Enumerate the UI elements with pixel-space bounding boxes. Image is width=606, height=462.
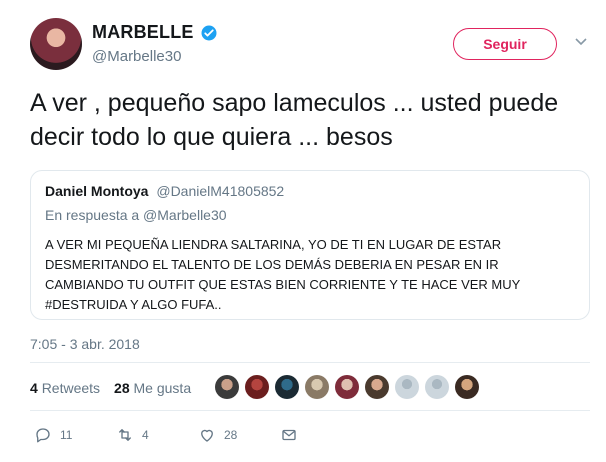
- liker-avatar[interactable]: [245, 375, 269, 399]
- quoted-tweet-text: A VER MI PEQUEÑA LIENDRA SALTARINA, YO D…: [45, 237, 521, 312]
- liker-avatar[interactable]: [305, 375, 329, 399]
- like-action[interactable]: 28: [198, 426, 280, 444]
- follow-button[interactable]: Seguir: [453, 28, 557, 60]
- likes-stat-count: 28: [114, 380, 130, 396]
- liker-avatar[interactable]: [395, 375, 419, 399]
- retweets-stat-label: Retweets: [41, 380, 101, 396]
- direct-message-action[interactable]: [280, 426, 298, 444]
- retweet-action[interactable]: 4: [116, 426, 198, 444]
- liker-avatar[interactable]: [275, 375, 299, 399]
- retweets-stat-count: 4: [30, 380, 38, 396]
- reply-icon: [36, 428, 50, 443]
- divider: [30, 362, 590, 363]
- quoted-reply-to: En respuesta a @Marbelle30: [45, 207, 227, 223]
- author-name-row: MARBELLE: [92, 22, 218, 43]
- retweet-count: 4: [142, 428, 149, 442]
- quoted-author: Daniel Montoya @DanielM41805852: [45, 183, 284, 199]
- quoted-tweet[interactable]: Daniel Montoya @DanielM41805852 En respu…: [30, 170, 590, 320]
- likers-avatars: [215, 375, 479, 399]
- liker-avatar[interactable]: [425, 375, 449, 399]
- quoted-author-handle: @DanielM41805852: [156, 183, 285, 199]
- likes-stat-label: Me gusta: [133, 380, 192, 396]
- tweet-timestamp[interactable]: 7:05 - 3 abr. 2018: [30, 336, 140, 352]
- author-avatar[interactable]: [30, 18, 82, 70]
- direct-message-icon: [282, 429, 296, 441]
- author-handle[interactable]: @Marbelle30: [92, 48, 181, 65]
- quoted-author-name: Daniel Montoya: [45, 183, 149, 199]
- tweet-text: A ver , pequeño sapo lameculos ... usted…: [30, 89, 559, 151]
- divider: [30, 410, 590, 411]
- verified-badge-icon: [201, 25, 217, 40]
- likes-stat[interactable]: 28 Me gusta: [114, 380, 191, 396]
- like-icon: [201, 429, 213, 442]
- liker-avatar[interactable]: [365, 375, 389, 399]
- liker-avatar[interactable]: [215, 375, 239, 399]
- author-display-name[interactable]: MARBELLE: [92, 22, 194, 43]
- tweet-actions: 11 4 28: [34, 426, 298, 444]
- retweets-stat[interactable]: 4 Retweets: [30, 380, 100, 396]
- liker-avatar[interactable]: [335, 375, 359, 399]
- retweet-icon: [119, 429, 131, 441]
- chevron-down-icon[interactable]: [575, 38, 587, 46]
- like-count: 28: [224, 428, 238, 442]
- liker-avatar[interactable]: [455, 375, 479, 399]
- reply-count: 11: [60, 428, 73, 442]
- engagement-stats: 4 Retweets 28 Me gusta: [30, 380, 191, 396]
- reply-action[interactable]: 11: [34, 426, 116, 444]
